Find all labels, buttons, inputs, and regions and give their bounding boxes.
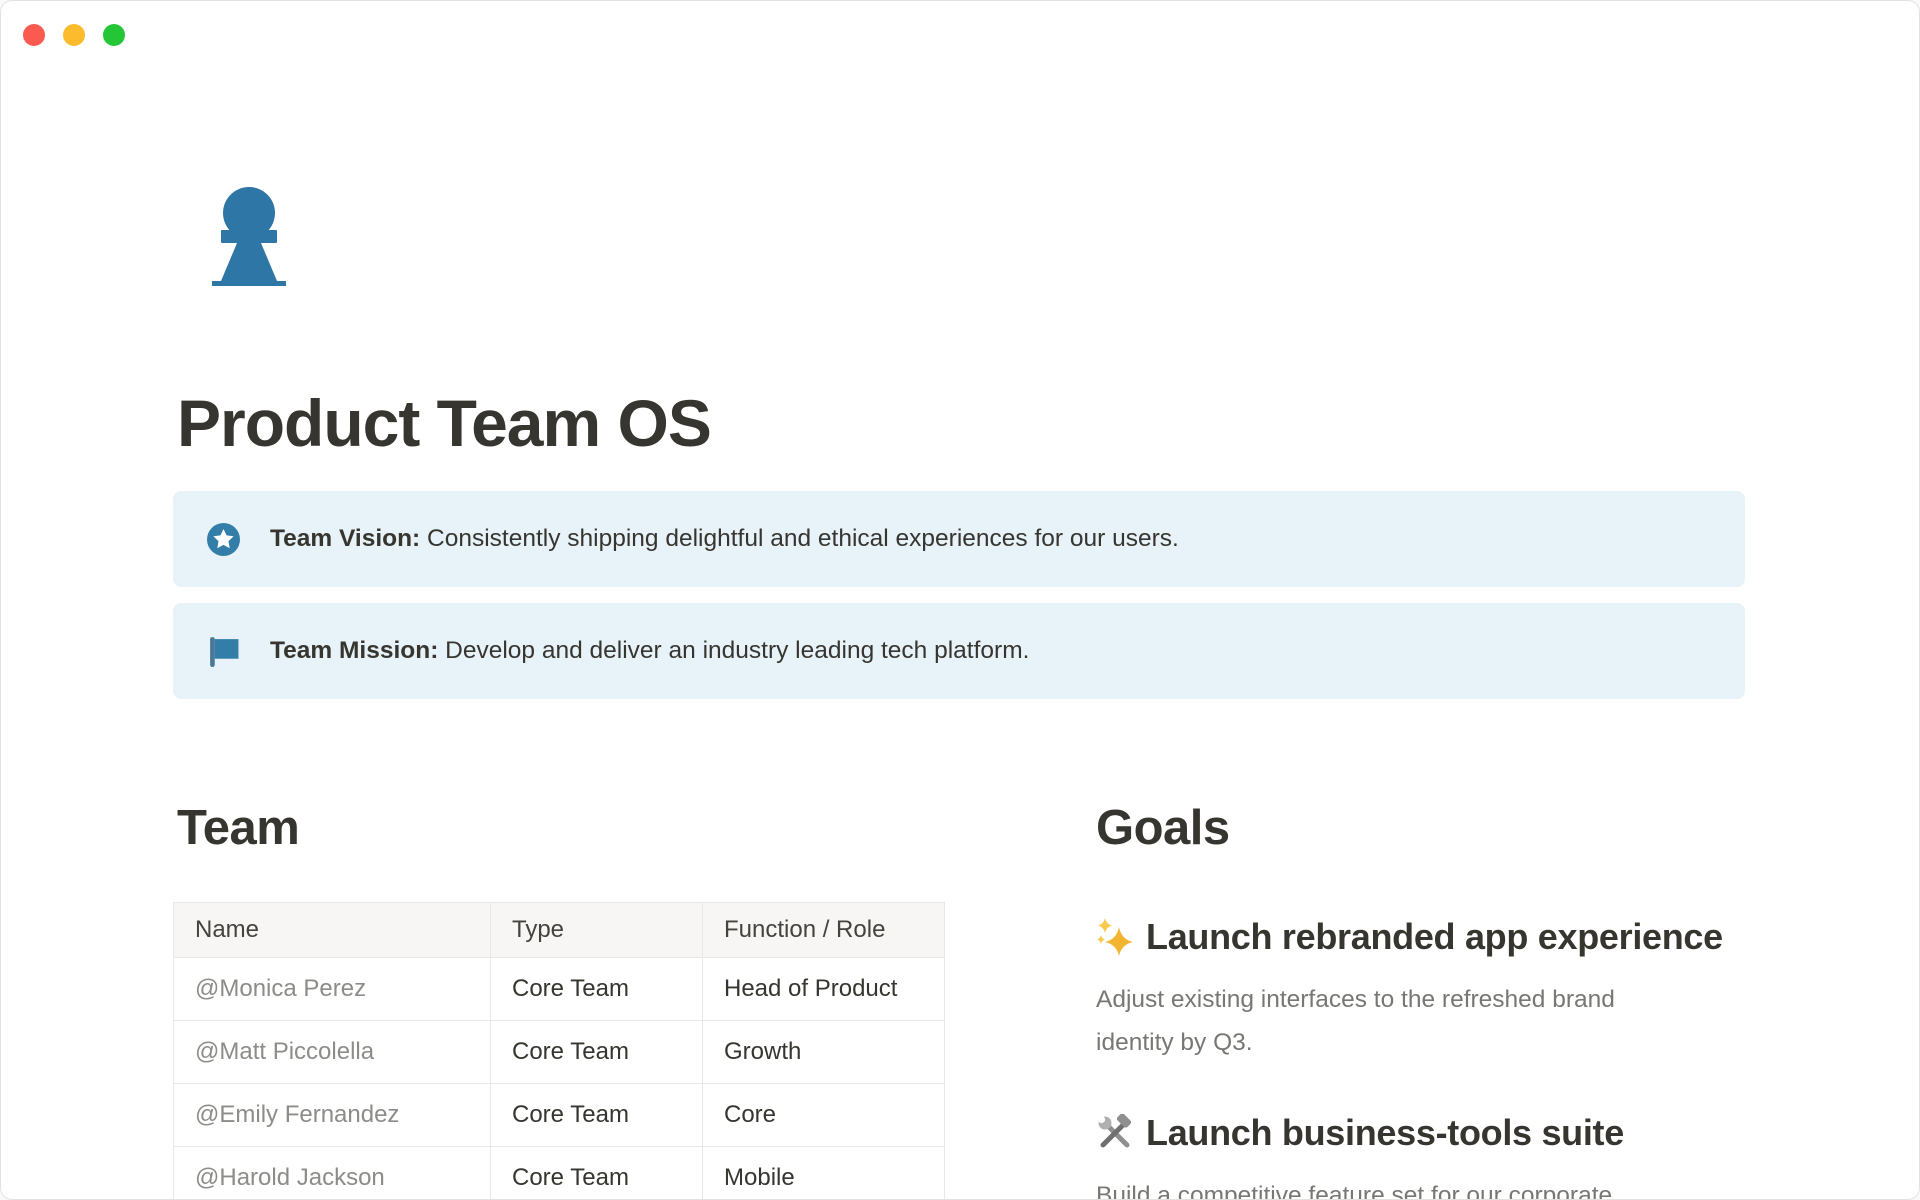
page-content: Product Team OS Team Vision: Consistentl… bbox=[1, 186, 1919, 1200]
minimize-button[interactable] bbox=[63, 24, 85, 46]
team-column: Team Name Type Function / Role @Monica P… bbox=[173, 799, 944, 1200]
table-cell[interactable]: Core Team bbox=[491, 1021, 703, 1084]
traffic-lights bbox=[23, 24, 125, 46]
goals-heading: Goals bbox=[1096, 799, 1744, 858]
column-header-name[interactable]: Name bbox=[174, 903, 491, 958]
callout-body: Consistently shipping delightful and eth… bbox=[420, 525, 1179, 552]
page-icon-button[interactable] bbox=[206, 186, 292, 289]
mention-link[interactable]: @Emily Fernandez bbox=[174, 1084, 491, 1147]
close-button[interactable] bbox=[23, 24, 45, 46]
star-circle-icon bbox=[207, 523, 240, 556]
table-cell[interactable]: Growth bbox=[703, 1021, 945, 1084]
pawn-icon bbox=[206, 186, 292, 289]
table-row: @Emily Fernandez Core Team Core bbox=[174, 1084, 945, 1147]
table-header-row: Name Type Function / Role bbox=[174, 903, 945, 958]
page-title: Product Team OS bbox=[177, 389, 1745, 458]
mention-link[interactable]: @Monica Perez bbox=[174, 958, 491, 1021]
table-cell[interactable]: Core Team bbox=[491, 958, 703, 1021]
mention-link[interactable]: @Matt Piccolella bbox=[174, 1021, 491, 1084]
team-table: Name Type Function / Role @Monica Perez … bbox=[173, 902, 945, 1200]
table-row: @Matt Piccolella Core Team Growth bbox=[174, 1021, 945, 1084]
column-header-function[interactable]: Function / Role bbox=[703, 903, 945, 958]
goal-title-text: Launch business-tools suite bbox=[1146, 1110, 1624, 1157]
goals-column: Goals Launch rebranded app experience Ad… bbox=[1096, 799, 1744, 1200]
callout-team-vision: Team Vision: Consistently shipping delig… bbox=[173, 491, 1745, 587]
flag-icon bbox=[207, 635, 240, 668]
mention-link[interactable]: @Harold Jackson bbox=[174, 1147, 491, 1200]
zoom-button[interactable] bbox=[103, 24, 125, 46]
callout-text: Team Mission: Develop and deliver an ind… bbox=[270, 634, 1029, 668]
callout-team-mission: Team Mission: Develop and deliver an ind… bbox=[173, 603, 1745, 699]
table-row: @Harold Jackson Core Team Mobile bbox=[174, 1147, 945, 1200]
goal-item-title: Launch rebranded app experience bbox=[1096, 914, 1744, 961]
table-cell[interactable]: Mobile bbox=[703, 1147, 945, 1200]
callout-label: Team Mission: bbox=[270, 637, 438, 664]
goal-title-text: Launch rebranded app experience bbox=[1146, 914, 1723, 961]
callout-body: Develop and deliver an industry leading … bbox=[438, 637, 1029, 664]
team-heading: Team bbox=[177, 799, 944, 858]
callout-label: Team Vision: bbox=[270, 525, 420, 552]
goal-description: Build a competitive feature set for our … bbox=[1096, 1174, 1744, 1200]
goal-item-title: Launch business-tools suite bbox=[1096, 1110, 1744, 1157]
sparkles-icon bbox=[1096, 918, 1134, 956]
callout-text: Team Vision: Consistently shipping delig… bbox=[270, 522, 1179, 556]
table-cell[interactable]: Core Team bbox=[491, 1147, 703, 1200]
table-row: @Monica Perez Core Team Head of Product bbox=[174, 958, 945, 1021]
column-header-type[interactable]: Type bbox=[491, 903, 703, 958]
two-column-layout: Team Name Type Function / Role @Monica P… bbox=[173, 799, 1745, 1200]
goal-description: Adjust existing interfaces to the refres… bbox=[1096, 978, 1744, 1064]
table-cell[interactable]: Head of Product bbox=[703, 958, 945, 1021]
app-window: Product Team OS Team Vision: Consistentl… bbox=[0, 0, 1920, 1200]
hammer-wrench-icon bbox=[1096, 1114, 1134, 1152]
table-cell[interactable]: Core Team bbox=[491, 1084, 703, 1147]
table-cell[interactable]: Core bbox=[703, 1084, 945, 1147]
